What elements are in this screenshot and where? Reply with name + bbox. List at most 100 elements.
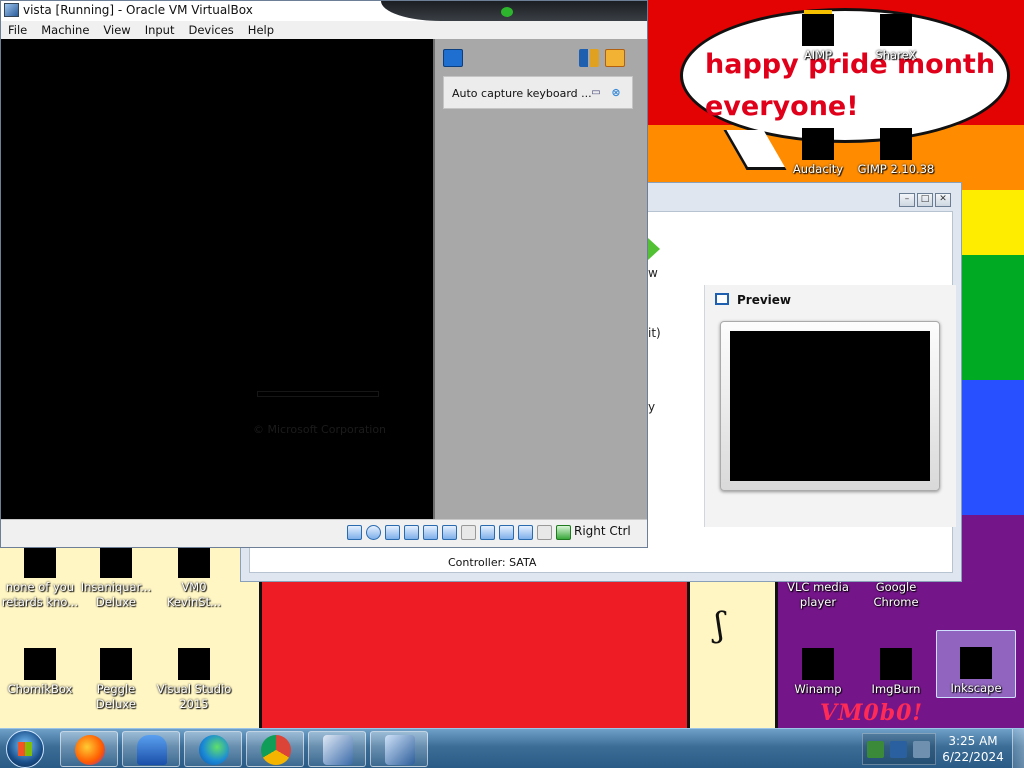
notification-center: Auto capture keyboard ... ▭ ⊗: [433, 39, 647, 519]
close-notification-icon[interactable]: ⊗: [610, 87, 622, 98]
steam-like-icon: [137, 735, 167, 765]
notification-toolbar: [441, 49, 641, 69]
bubble-line-2: everyone!: [705, 91, 859, 122]
close-button[interactable]: ✕: [935, 193, 951, 207]
desktop-icon-aimp[interactable]: AIMP: [778, 14, 858, 63]
taskbar-app[interactable]: [122, 731, 180, 767]
windows-logo-icon: [18, 742, 32, 756]
mini-toolbar[interactable]: [381, 1, 647, 21]
desktop-icon-label: Peggle Deluxe: [96, 682, 136, 711]
winamp-icon: [802, 648, 834, 680]
desktop-icon-peggle[interactable]: Peggle Deluxe: [76, 648, 156, 712]
desktop-icon-label: VM0 KevinSt...: [166, 580, 222, 609]
preview-frame: [720, 321, 940, 491]
shared-folders-icon[interactable]: [461, 525, 476, 540]
system-tray: [862, 733, 936, 765]
menu-machine[interactable]: Machine: [34, 21, 96, 39]
details-text-fragment: it): [648, 326, 661, 340]
vm-display[interactable]: © Microsoft Corporation: [1, 39, 433, 519]
cpu-icon[interactable]: [518, 525, 533, 540]
desktop-icon-insaniquarium[interactable]: Insaniquar... Deluxe: [76, 546, 156, 610]
chrome-icon: [261, 735, 291, 765]
desktop-icon-audacity[interactable]: Audacity: [778, 128, 858, 177]
desktop-icon-visual-studio[interactable]: Visual Studio 2015: [154, 648, 234, 712]
desktop-icon-gimp[interactable]: GIMP 2.10.38: [856, 128, 936, 177]
host-key-icon[interactable]: [556, 525, 571, 540]
mini-toolbar-status-icon: [501, 7, 513, 17]
taskbar-firefox[interactable]: [60, 731, 118, 767]
taskbar-chrome[interactable]: [246, 731, 304, 767]
visual-studio-icon: [178, 648, 210, 680]
desktop-icon-chomikbox[interactable]: ChomikBox: [0, 648, 80, 697]
maximize-button[interactable]: □: [917, 193, 933, 207]
show-desktop-button[interactable]: [1012, 729, 1024, 768]
taskbar-virtualbox[interactable]: [308, 731, 366, 767]
desktop-icon-label: Audacity: [792, 162, 844, 176]
preview-screen: [730, 331, 930, 481]
virtualbox-icon: [4, 3, 19, 17]
wallpaper-signature: VM0b0!: [820, 700, 924, 726]
mute-icon[interactable]: ▭: [590, 87, 602, 98]
floppy-icon[interactable]: [385, 525, 400, 540]
desktop-icon-inkscape[interactable]: Inkscape: [936, 630, 1016, 698]
desktop-icon-label: GIMP 2.10.38: [857, 162, 935, 176]
desktop-icon-imgburn[interactable]: ImgBurn: [856, 648, 936, 697]
taskbar-vista-vm[interactable]: [370, 731, 428, 767]
desktop-icon-label: Inkscape: [950, 681, 1002, 695]
desktop-icon-label: AIMP: [803, 48, 833, 62]
desktop-icon-label: Winamp: [794, 682, 842, 696]
boot-copyright-text: © Microsoft Corporation: [253, 423, 387, 436]
audio-icon[interactable]: [404, 525, 419, 540]
window-controls: – □ ✕: [899, 193, 951, 207]
tray-network-icon[interactable]: [867, 741, 884, 758]
sort-icon[interactable]: [579, 49, 599, 67]
host-key-label: Right Ctrl: [574, 524, 631, 538]
start-button[interactable]: [6, 730, 44, 768]
tray-volume-icon[interactable]: [913, 741, 930, 758]
menu-devices[interactable]: Devices: [181, 21, 240, 39]
taskbar-clock[interactable]: 3:25 AM 6/22/2024: [940, 733, 1006, 765]
menu-file[interactable]: File: [1, 21, 34, 39]
menu-view[interactable]: View: [96, 21, 137, 39]
tray-display-icon[interactable]: [890, 741, 907, 758]
desktop-icon-vm0[interactable]: VM0 KevinSt...: [154, 546, 234, 610]
taskbar: 3:25 AM 6/22/2024: [0, 728, 1024, 768]
recording-icon[interactable]: [499, 525, 514, 540]
desktop-icon-sharex[interactable]: ShareX: [856, 14, 936, 63]
monitor-icon: [715, 293, 729, 305]
audacity-icon: [802, 128, 834, 160]
taskbar-edge[interactable]: [184, 731, 242, 767]
display-icon[interactable]: [480, 525, 495, 540]
desktop-icon-label: VLC media player: [787, 580, 849, 609]
status-bar: Right Ctrl: [1, 519, 647, 547]
desktop-icon-none-of-you[interactable]: none of you retards kno...: [0, 546, 80, 610]
inkscape-icon: [960, 647, 992, 679]
minimize-button[interactable]: –: [899, 193, 915, 207]
sharex-icon: [880, 14, 912, 46]
vista-vm-icon: [385, 735, 415, 765]
desktop-icon-label: Visual Studio 2015: [156, 682, 232, 711]
vm-window[interactable]: vista [Running] - Oracle VM VirtualBox F…: [0, 0, 648, 548]
usb-icon[interactable]: [442, 525, 457, 540]
firefox-icon: [75, 735, 105, 765]
notification-center-icon[interactable]: [443, 49, 463, 67]
title-bar[interactable]: vista [Running] - Oracle VM VirtualBox: [1, 1, 647, 21]
notification-card: Auto capture keyboard ... ▭ ⊗: [443, 76, 633, 109]
new-vm-arrow-icon[interactable]: [648, 238, 660, 260]
desktop-icon-winamp[interactable]: Winamp: [778, 648, 858, 697]
delete-all-icon[interactable]: [605, 49, 625, 67]
aimp-icon: [802, 14, 834, 46]
menu-help[interactable]: Help: [241, 21, 281, 39]
optical-drive-icon[interactable]: [366, 525, 381, 540]
mouse-integration-icon[interactable]: [537, 525, 552, 540]
desktop-icon-label: Insaniquar... Deluxe: [80, 580, 152, 609]
edge-icon: [199, 735, 229, 765]
desktop-icon-label: ChomikBox: [7, 682, 73, 696]
details-text-fragment: y: [648, 400, 656, 414]
desktop-icon-label: ShareX: [875, 48, 917, 62]
network-icon[interactable]: [423, 525, 438, 540]
clock-time: 3:25 AM: [948, 734, 998, 748]
hard-disk-icon[interactable]: [347, 525, 362, 540]
menu-input[interactable]: Input: [138, 21, 182, 39]
clock-date: 6/22/2024: [942, 750, 1004, 764]
